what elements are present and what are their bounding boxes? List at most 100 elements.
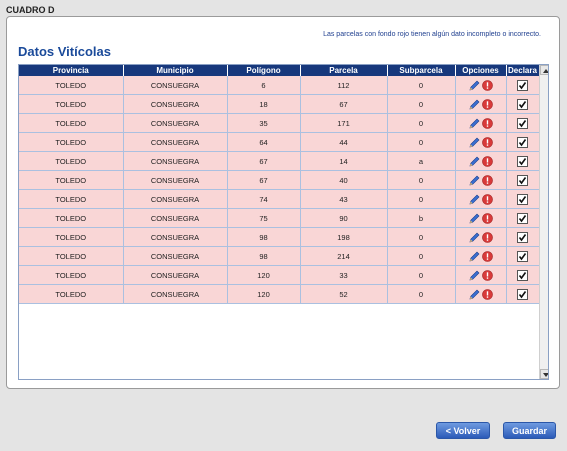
page-title: Datos Vitícolas: [18, 44, 111, 59]
warning-exclamation-icon[interactable]: [481, 212, 493, 224]
parcela-cell: 67: [300, 94, 388, 114]
check-icon: [518, 195, 527, 203]
provincia-cell: TOLEDO: [19, 189, 124, 209]
options-cell: [455, 284, 507, 304]
declara-cell: [506, 132, 540, 152]
warning-exclamation-icon[interactable]: [481, 193, 493, 205]
edit-pencil-icon[interactable]: [469, 137, 480, 148]
warning-exclamation-icon[interactable]: [481, 288, 493, 300]
declara-checkbox[interactable]: [517, 269, 528, 281]
warning-exclamation-icon[interactable]: [481, 269, 493, 281]
edit-pencil-icon[interactable]: [469, 251, 480, 262]
table-row: TOLEDO CONSUEGRA 120 33 0: [19, 265, 540, 285]
parcela-cell: 43: [300, 189, 388, 209]
check-icon: [518, 290, 527, 298]
check-icon: [518, 81, 527, 89]
edit-pencil-icon[interactable]: [469, 80, 480, 91]
poligono-cell: 74: [227, 189, 301, 209]
municipio-cell: CONSUEGRA: [123, 246, 228, 266]
warning-exclamation-icon[interactable]: [481, 155, 493, 167]
subparcela-cell: a: [387, 151, 456, 171]
warning-exclamation-icon[interactable]: [481, 174, 493, 186]
edit-pencil-icon[interactable]: [469, 156, 480, 167]
poligono-cell: 98: [227, 227, 301, 247]
check-icon: [518, 252, 527, 260]
parcela-cell: 44: [300, 132, 388, 152]
vertical-scrollbar[interactable]: [539, 65, 548, 379]
warning-exclamation-icon[interactable]: [481, 98, 493, 110]
col-header-municipio[interactable]: Municipio: [123, 65, 228, 76]
edit-pencil-icon[interactable]: [469, 194, 480, 205]
col-header-subparcela[interactable]: Subparcela: [387, 65, 456, 76]
declara-checkbox[interactable]: [517, 250, 528, 262]
declara-checkbox[interactable]: [517, 155, 528, 167]
subparcela-cell: 0: [387, 113, 456, 133]
options-cell: [455, 189, 507, 209]
col-header-declara: Declara: [506, 65, 540, 76]
declara-checkbox[interactable]: [517, 212, 528, 224]
table-row: TOLEDO CONSUEGRA 67 14 a: [19, 151, 540, 171]
table-row: TOLEDO CONSUEGRA 120 52 0: [19, 284, 540, 304]
provincia-cell: TOLEDO: [19, 284, 124, 304]
declara-checkbox[interactable]: [517, 288, 528, 300]
scroll-down-button[interactable]: [540, 369, 548, 379]
warning-exclamation-icon[interactable]: [481, 231, 493, 243]
check-icon: [518, 100, 527, 108]
poligono-cell: 98: [227, 246, 301, 266]
options-cell: [455, 151, 507, 171]
municipio-cell: CONSUEGRA: [123, 132, 228, 152]
edit-pencil-icon[interactable]: [469, 232, 480, 243]
provincia-cell: TOLEDO: [19, 208, 124, 228]
declara-checkbox[interactable]: [517, 117, 528, 129]
declara-cell: [506, 170, 540, 190]
back-button[interactable]: < Volver: [436, 422, 490, 439]
parcels-grid: Provincia Municipio Polígono Parcela Sub…: [18, 64, 549, 380]
table-row: TOLEDO CONSUEGRA 64 44 0: [19, 132, 540, 152]
table-row: TOLEDO CONSUEGRA 67 40 0: [19, 170, 540, 190]
parcels-table: Provincia Municipio Polígono Parcela Sub…: [19, 65, 540, 304]
subparcela-cell: 0: [387, 227, 456, 247]
table-row: TOLEDO CONSUEGRA 98 214 0: [19, 246, 540, 266]
municipio-cell: CONSUEGRA: [123, 189, 228, 209]
declara-checkbox[interactable]: [517, 98, 528, 110]
edit-pencil-icon[interactable]: [469, 289, 480, 300]
parcela-cell: 40: [300, 170, 388, 190]
municipio-cell: CONSUEGRA: [123, 113, 228, 133]
provincia-cell: TOLEDO: [19, 170, 124, 190]
scroll-up-button[interactable]: [540, 65, 548, 75]
declara-checkbox[interactable]: [517, 193, 528, 205]
check-icon: [518, 271, 527, 279]
col-header-poligono[interactable]: Polígono: [227, 65, 301, 76]
declara-checkbox[interactable]: [517, 136, 528, 148]
poligono-cell: 6: [227, 76, 301, 95]
warning-exclamation-icon[interactable]: [481, 250, 493, 262]
municipio-cell: CONSUEGRA: [123, 94, 228, 114]
edit-pencil-icon[interactable]: [469, 213, 480, 224]
declara-checkbox[interactable]: [517, 79, 528, 91]
declara-cell: [506, 113, 540, 133]
poligono-cell: 64: [227, 132, 301, 152]
check-icon: [518, 138, 527, 146]
options-cell: [455, 113, 507, 133]
options-cell: [455, 265, 507, 285]
col-header-provincia[interactable]: Provincia: [19, 65, 124, 76]
edit-pencil-icon[interactable]: [469, 175, 480, 186]
col-header-parcela[interactable]: Parcela: [300, 65, 388, 76]
save-button[interactable]: Guardar: [503, 422, 556, 439]
edit-pencil-icon[interactable]: [469, 99, 480, 110]
declara-checkbox[interactable]: [517, 231, 528, 243]
provincia-cell: TOLEDO: [19, 132, 124, 152]
declara-cell: [506, 284, 540, 304]
declara-checkbox[interactable]: [517, 174, 528, 186]
warning-exclamation-icon[interactable]: [481, 79, 493, 91]
municipio-cell: CONSUEGRA: [123, 265, 228, 285]
edit-pencil-icon[interactable]: [469, 270, 480, 281]
check-icon: [518, 176, 527, 184]
options-cell: [455, 246, 507, 266]
edit-pencil-icon[interactable]: [469, 118, 480, 129]
municipio-cell: CONSUEGRA: [123, 76, 228, 95]
warning-exclamation-icon[interactable]: [481, 136, 493, 148]
warning-exclamation-icon[interactable]: [481, 117, 493, 129]
municipio-cell: CONSUEGRA: [123, 227, 228, 247]
subparcela-cell: 0: [387, 76, 456, 95]
